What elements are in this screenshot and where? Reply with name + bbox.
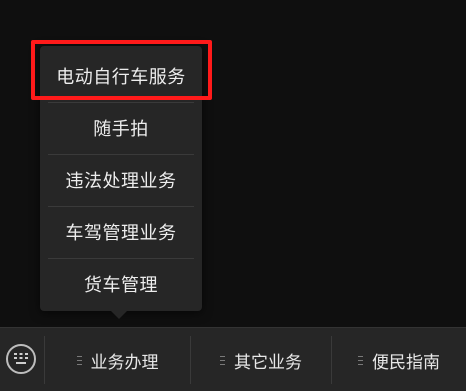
menu-lines-icon bbox=[358, 355, 363, 365]
popup-menu: 电动自行车服务 随手拍 违法处理业务 车驾管理业务 货车管理 bbox=[40, 46, 202, 311]
tab-label: 便民指南 bbox=[372, 352, 440, 373]
tab-convenience-guide[interactable]: 便民指南 bbox=[332, 328, 466, 391]
menu-lines-icon bbox=[76, 355, 82, 365]
keyboard-icon[interactable] bbox=[6, 344, 36, 374]
popup-arrow bbox=[111, 311, 127, 319]
menu-item-label: 随手拍 bbox=[93, 119, 149, 140]
menu-item-violation-handling[interactable]: 违法处理业务 bbox=[40, 154, 202, 206]
menu-item-vehicle-license[interactable]: 车驾管理业务 bbox=[40, 206, 202, 258]
tab-other-business[interactable]: 其它业务 bbox=[191, 328, 331, 391]
menu-item-ebike-service[interactable]: 电动自行车服务 bbox=[40, 50, 202, 102]
tab-business-handling[interactable]: 业务办理 bbox=[45, 328, 190, 391]
menu-item-snapshot-report[interactable]: 随手拍 bbox=[40, 102, 202, 154]
menu-item-label: 违法处理业务 bbox=[65, 171, 177, 192]
tab-label: 其它业务 bbox=[234, 352, 302, 373]
menu-lines-icon bbox=[220, 355, 225, 365]
tab-label: 业务办理 bbox=[90, 352, 159, 373]
menu-item-truck-management[interactable]: 货车管理 bbox=[40, 258, 202, 310]
menu-item-label: 电动自行车服务 bbox=[56, 67, 186, 88]
menu-item-label: 货车管理 bbox=[84, 275, 158, 296]
bottom-tab-bar: 业务办理 其它业务 便民指南 bbox=[0, 327, 466, 391]
menu-item-label: 车驾管理业务 bbox=[65, 223, 177, 244]
screen: 电动自行车服务 随手拍 违法处理业务 车驾管理业务 货车管理 业务办理 其它业务… bbox=[0, 0, 466, 391]
